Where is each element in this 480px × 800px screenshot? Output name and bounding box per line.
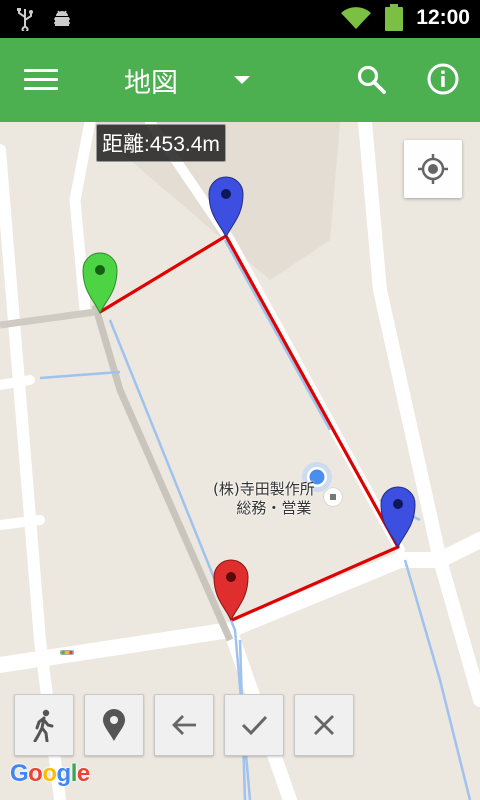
poi-icon[interactable] [324,488,342,506]
distance-label: 距離:453.4m [96,124,226,162]
battery-icon [385,4,404,31]
title-dropdown[interactable]: 地図 [124,60,250,100]
status-time: 12:00 [416,6,470,29]
usb-icon [17,8,33,31]
poi-label: (株)寺田製作所 総務・営業 [213,480,315,518]
app-bar: 地図 [0,38,480,122]
search-icon[interactable] [356,64,388,96]
wifi-icon [341,7,372,30]
undo-button[interactable] [154,694,214,756]
my-location-icon [418,154,448,184]
my-location-button[interactable] [404,140,462,198]
close-icon [314,715,334,735]
confirm-button[interactable] [224,694,284,756]
place-marker-button[interactable] [84,694,144,756]
info-icon[interactable] [426,62,460,96]
menu-icon[interactable] [24,66,58,94]
back-arrow-icon [172,715,196,735]
poi-name-line1: (株)寺田製作所 [213,480,315,498]
check-icon [241,715,268,736]
poi-name-line2: 総務・営業 [236,499,312,517]
walk-icon [33,709,54,742]
dropdown-icon [234,76,250,84]
clear-button[interactable] [294,694,354,756]
bottom-toolbar [14,694,354,756]
place-icon [103,709,125,741]
page-title: 地図 [124,67,178,99]
android-debug-icon [54,10,70,26]
status-bar: 12:00 [0,0,480,38]
walk-mode-button[interactable] [14,694,74,756]
google-logo: Google [10,760,90,787]
